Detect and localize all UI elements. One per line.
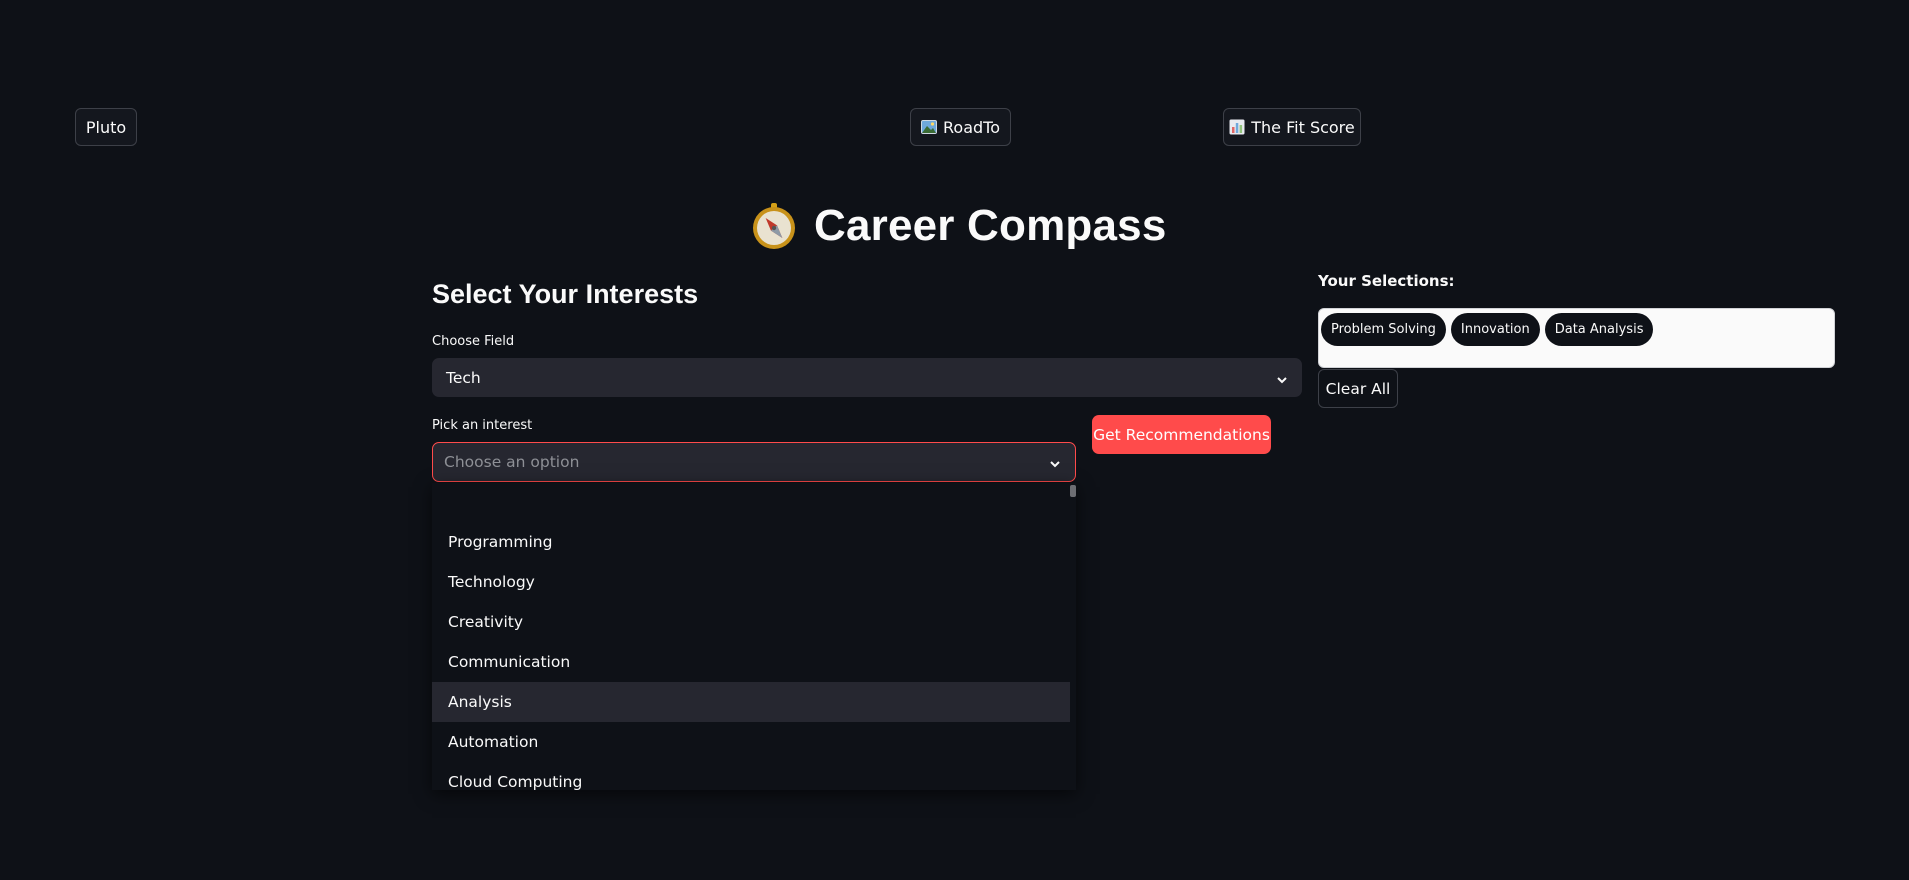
interest-dropdown-list[interactable]: Programming Technology Creativity Commun… — [432, 483, 1076, 790]
field-select-value: Tech — [446, 368, 481, 387]
interest-label: Pick an interest — [432, 418, 533, 433]
field-label: Choose Field — [432, 334, 515, 349]
clear-all-button[interactable]: Clear All — [1318, 369, 1398, 408]
dropdown-option-programming[interactable]: Programming — [432, 522, 1070, 562]
fit-score-button-label: The Fit Score — [1251, 117, 1355, 137]
selections-label: Your Selections: — [1318, 272, 1455, 290]
pluto-button-label: Pluto — [85, 117, 127, 137]
roadto-button[interactable]: RoadTo — [910, 108, 1011, 146]
selection-pill[interactable]: Problem Solving — [1321, 313, 1446, 346]
selections-box: Problem Solving Innovation Data Analysis — [1318, 308, 1835, 368]
get-recommendations-button[interactable]: Get Recommendations — [1092, 415, 1271, 454]
dropdown-scrollbar[interactable] — [1070, 485, 1076, 497]
chevron-down-icon — [1049, 456, 1061, 468]
dropdown-option-communication[interactable]: Communication — [432, 642, 1070, 682]
dropdown-option-analysis[interactable]: Analysis — [432, 682, 1070, 722]
chevron-down-icon — [1276, 372, 1288, 384]
interest-select[interactable]: Choose an option — [432, 442, 1076, 482]
compass-icon — [750, 202, 798, 250]
interests-subheader: Select Your Interests — [432, 279, 699, 309]
fit-score-button[interactable]: The Fit Score — [1223, 108, 1361, 146]
selection-pill[interactable]: Data Analysis — [1544, 313, 1654, 346]
image-icon — [921, 119, 937, 135]
dropdown-option-creativity[interactable]: Creativity — [432, 602, 1070, 642]
roadto-button-label: RoadTo — [943, 117, 1000, 137]
field-select[interactable]: Tech — [432, 358, 1302, 397]
dropdown-option-cloud-computing[interactable]: Cloud Computing — [432, 762, 1070, 790]
interest-select-placeholder: Choose an option — [444, 453, 580, 471]
page-title-text: Career Compass — [814, 201, 1167, 250]
dropdown-option-technology[interactable]: Technology — [432, 562, 1070, 602]
selection-pill[interactable]: Innovation — [1450, 313, 1540, 346]
dropdown-option-automation[interactable]: Automation — [432, 722, 1070, 762]
pluto-button[interactable]: Pluto — [75, 108, 137, 146]
page-title: Career Compass — [750, 198, 1167, 254]
bar-chart-icon — [1229, 119, 1245, 135]
